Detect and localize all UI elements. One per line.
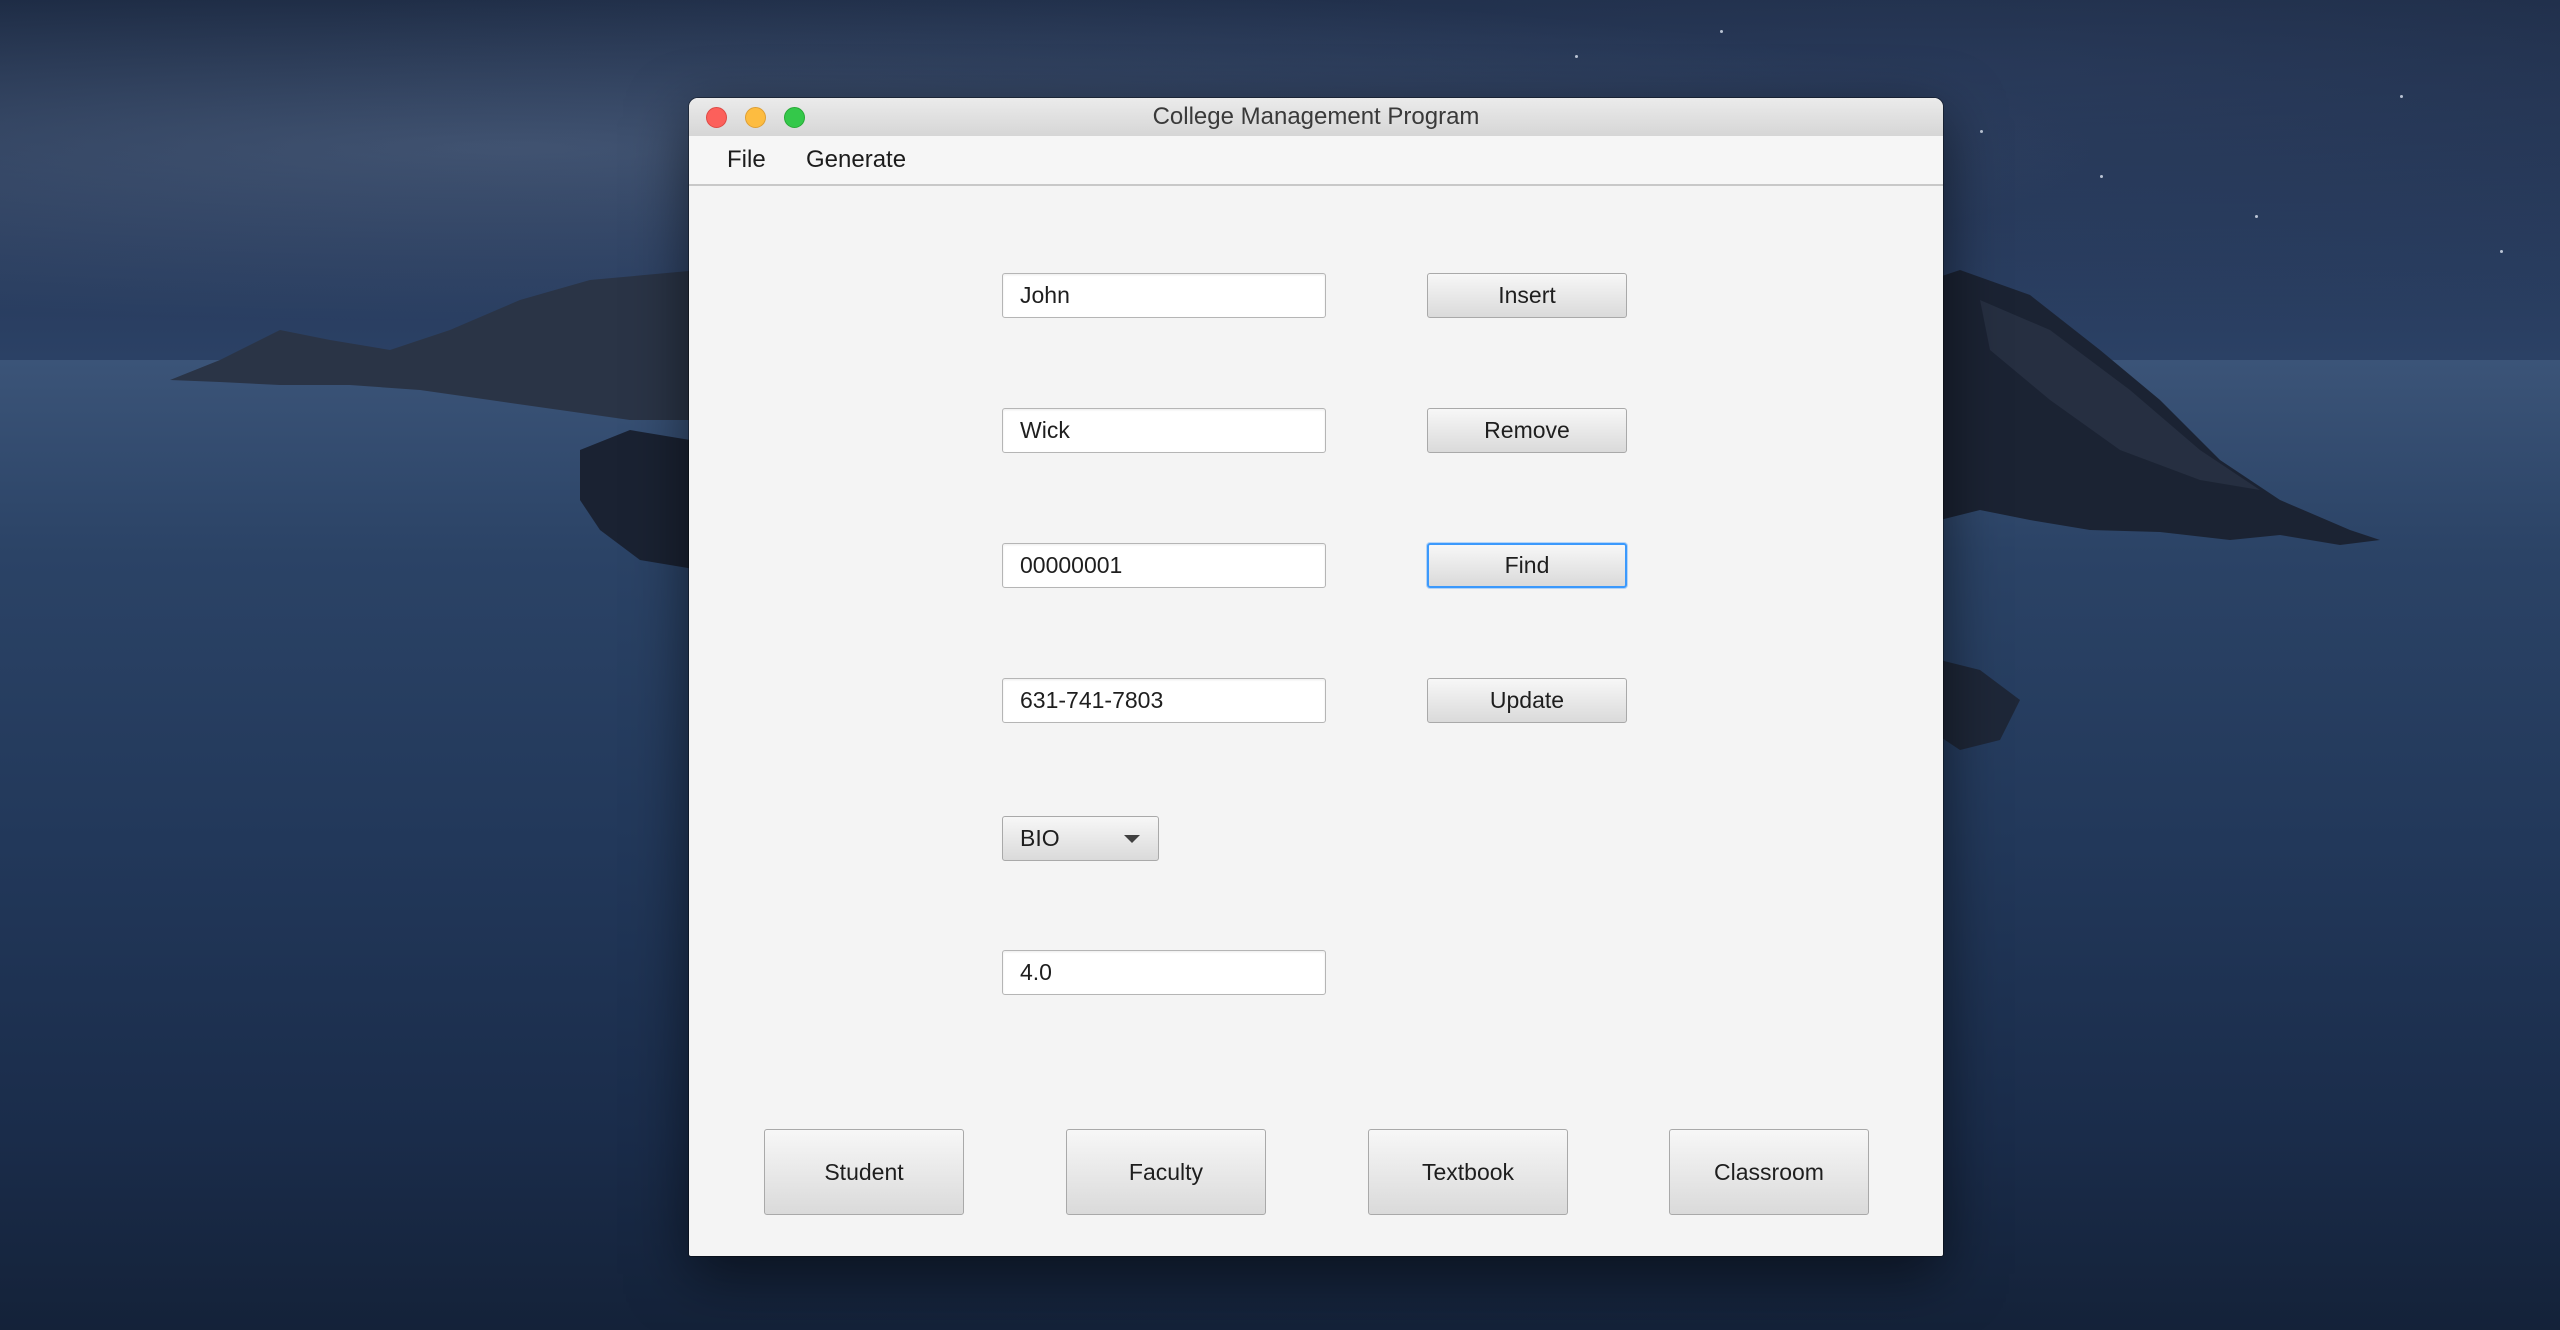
island-left — [170, 270, 700, 570]
window-title: College Management Program — [1152, 103, 1480, 130]
student-button[interactable]: Student — [764, 1129, 964, 1215]
first-name-field[interactable] — [1002, 273, 1326, 318]
faculty-button[interactable]: Faculty — [1066, 1129, 1266, 1215]
title-bar[interactable]: College Management Program — [689, 98, 1943, 137]
menu-generate[interactable]: Generate — [792, 136, 920, 184]
department-select-value: BIO — [1020, 825, 1060, 851]
last-name-field[interactable] — [1002, 408, 1326, 453]
menu-bar: File Generate — [689, 136, 1943, 186]
insert-button[interactable]: Insert — [1427, 273, 1627, 318]
gpa-field[interactable] — [1002, 950, 1326, 995]
update-button[interactable]: Update — [1427, 678, 1627, 723]
find-button[interactable]: Find — [1427, 543, 1627, 588]
remove-button[interactable]: Remove — [1427, 408, 1627, 453]
classroom-button[interactable]: Classroom — [1669, 1129, 1869, 1215]
id-field[interactable] — [1002, 543, 1326, 588]
chevron-down-icon — [1124, 835, 1140, 843]
island-right — [1900, 270, 2380, 750]
department-select[interactable]: BIO — [1002, 816, 1159, 861]
app-window: College Management Program File Generate… — [689, 98, 1943, 1256]
menu-file[interactable]: File — [713, 136, 780, 184]
phone-field[interactable] — [1002, 678, 1326, 723]
textbook-button[interactable]: Textbook — [1368, 1129, 1568, 1215]
